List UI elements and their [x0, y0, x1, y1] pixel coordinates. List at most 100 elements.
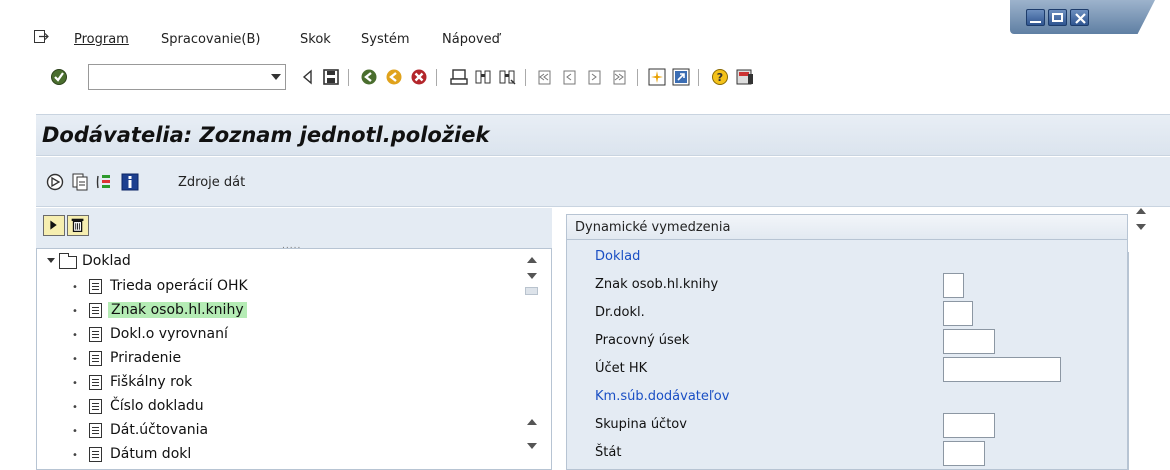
chevron-down-icon[interactable] — [271, 74, 281, 80]
find-icon[interactable] — [474, 68, 492, 86]
page-title: Dodávatelia: Zoznam jednotl.položiek — [42, 123, 490, 147]
group-label: Doklad — [595, 249, 641, 264]
toolbar-separator — [436, 69, 437, 86]
selections-scrollbar[interactable] — [1132, 204, 1150, 238]
menu-program[interactable]: Program — [74, 32, 129, 47]
find-next-icon[interactable] — [498, 68, 516, 86]
scroll-up-icon[interactable] — [527, 257, 537, 263]
tree-root-label: Doklad — [82, 253, 131, 269]
command-field[interactable] — [88, 64, 286, 90]
bullet: • — [72, 306, 78, 317]
document-icon — [89, 447, 102, 462]
tree-item[interactable]: • Dokl.o vyrovnaní — [37, 323, 517, 347]
selection-row: Štát — [567, 438, 1127, 466]
bullet: • — [72, 450, 78, 461]
info-icon[interactable] — [121, 173, 139, 191]
close-button[interactable] — [1070, 9, 1089, 26]
tree-item-label: Fiškálny rok — [110, 374, 193, 390]
prev-page-icon[interactable] — [560, 68, 578, 86]
tree-item-label: Trieda operácií OHK — [110, 278, 248, 294]
field-label: Dr.dokl. — [595, 305, 645, 320]
selection-row: Dr.dokl. — [567, 298, 1127, 326]
document-icon — [89, 327, 102, 342]
layout-icon[interactable] — [736, 68, 754, 86]
expand-icon[interactable] — [47, 258, 55, 263]
exit-menu-icon[interactable] — [34, 30, 49, 43]
print-icon[interactable] — [450, 68, 468, 86]
selections-scroll-track[interactable] — [1128, 252, 1136, 470]
tree-item[interactable]: • Priradenie — [37, 347, 517, 371]
tree-item[interactable]: • Fiškálny rok — [37, 371, 517, 395]
scroll-down-icon[interactable] — [527, 273, 537, 279]
bullet: • — [72, 378, 78, 389]
menu-napoved[interactable]: Nápoveď — [442, 32, 500, 47]
document-icon — [89, 303, 102, 318]
exit-icon[interactable] — [385, 68, 403, 86]
close-icon — [1075, 13, 1086, 24]
tree-root[interactable]: Doklad — [37, 250, 517, 274]
folder-icon — [59, 253, 77, 269]
bullet: • — [72, 426, 78, 437]
window-controls — [1010, 0, 1170, 34]
field-list-pane: ..... Doklad • Trieda operácií OHK • Znak … — [36, 208, 552, 470]
document-type-input[interactable] — [943, 301, 973, 326]
execute-icon[interactable] — [46, 173, 64, 191]
get-variant-icon[interactable] — [71, 173, 89, 191]
menu-program-label: Program — [74, 32, 129, 47]
delete-button[interactable] — [67, 215, 89, 236]
help-icon[interactable]: ? — [711, 68, 729, 86]
scroll-up-icon[interactable] — [527, 419, 537, 425]
document-icon — [89, 399, 102, 414]
account-group-input[interactable] — [943, 413, 995, 438]
scroll-down-icon[interactable] — [1136, 224, 1146, 230]
selection-options-icon[interactable] — [96, 173, 114, 191]
data-sources-button[interactable]: Zdroje dát — [178, 175, 245, 190]
svg-text:?: ? — [717, 71, 723, 84]
tree-item[interactable]: • Dátum dokl — [37, 443, 517, 467]
menu-spracovanie[interactable]: Spracovanie(B) — [161, 32, 261, 47]
enter-check-icon[interactable] — [50, 68, 68, 86]
tree-item[interactable]: • Dát.účtovania — [37, 419, 517, 443]
shortcut-icon[interactable] — [672, 68, 690, 86]
group-label: Km.súb.dodávateľov — [595, 389, 730, 404]
gl-account-input[interactable] — [943, 357, 1061, 382]
tree-item[interactable]: • Číslo dokladu — [37, 395, 517, 419]
last-page-icon[interactable] — [610, 68, 628, 86]
save-icon[interactable] — [322, 68, 340, 86]
tree-item[interactable]: • Znak osob.hl.knihy — [37, 299, 517, 323]
scroll-up-icon[interactable] — [1136, 208, 1146, 214]
scroll-thumb[interactable] — [525, 287, 538, 295]
document-icon — [89, 423, 102, 438]
bullet: • — [72, 282, 78, 293]
dynamic-selections-header: Dynamické vymedzenia — [567, 215, 1127, 240]
bullet: • — [72, 330, 78, 341]
field-tree: Doklad • Trieda operácií OHK • Znak osob.h… — [36, 248, 552, 470]
take-over-button[interactable] — [43, 215, 65, 236]
menu-bar: Program Spracovanie(B) Skok Systém Nápov… — [0, 0, 1170, 52]
business-area-input[interactable] — [943, 329, 995, 354]
bullet: • — [72, 402, 78, 413]
toolbar-separator — [525, 69, 526, 86]
back-icon[interactable] — [360, 68, 378, 86]
menu-skok[interactable]: Skok — [300, 32, 331, 47]
ledger-indicator-input[interactable] — [943, 273, 964, 298]
field-label: Pracovný úsek — [595, 333, 690, 348]
country-input[interactable] — [943, 441, 985, 466]
selection-row: Skupina účtov — [567, 410, 1127, 438]
tree-scrollbar[interactable] — [523, 249, 540, 469]
maximize-button[interactable] — [1048, 9, 1067, 26]
cancel-icon[interactable] — [410, 68, 428, 86]
tree-item[interactable]: • Trieda operácií OHK — [37, 275, 517, 299]
next-page-icon[interactable] — [585, 68, 603, 86]
new-session-icon[interactable] — [648, 68, 666, 86]
minimize-button[interactable] — [1026, 9, 1045, 26]
field-label: Znak osob.hl.knihy — [595, 277, 719, 292]
first-page-icon[interactable] — [535, 68, 553, 86]
menu-system[interactable]: Systém — [361, 32, 409, 47]
toolbar-separator — [637, 69, 638, 86]
back-arrow-icon[interactable] — [299, 68, 317, 86]
scroll-down-icon[interactable] — [527, 443, 537, 449]
dynamic-selections-title: Dynamické vymedzenia — [575, 220, 731, 235]
tree-item-label: Dát.účtovania — [110, 422, 209, 438]
tree-item-label: Dokl.o vyrovnaní — [110, 326, 228, 342]
